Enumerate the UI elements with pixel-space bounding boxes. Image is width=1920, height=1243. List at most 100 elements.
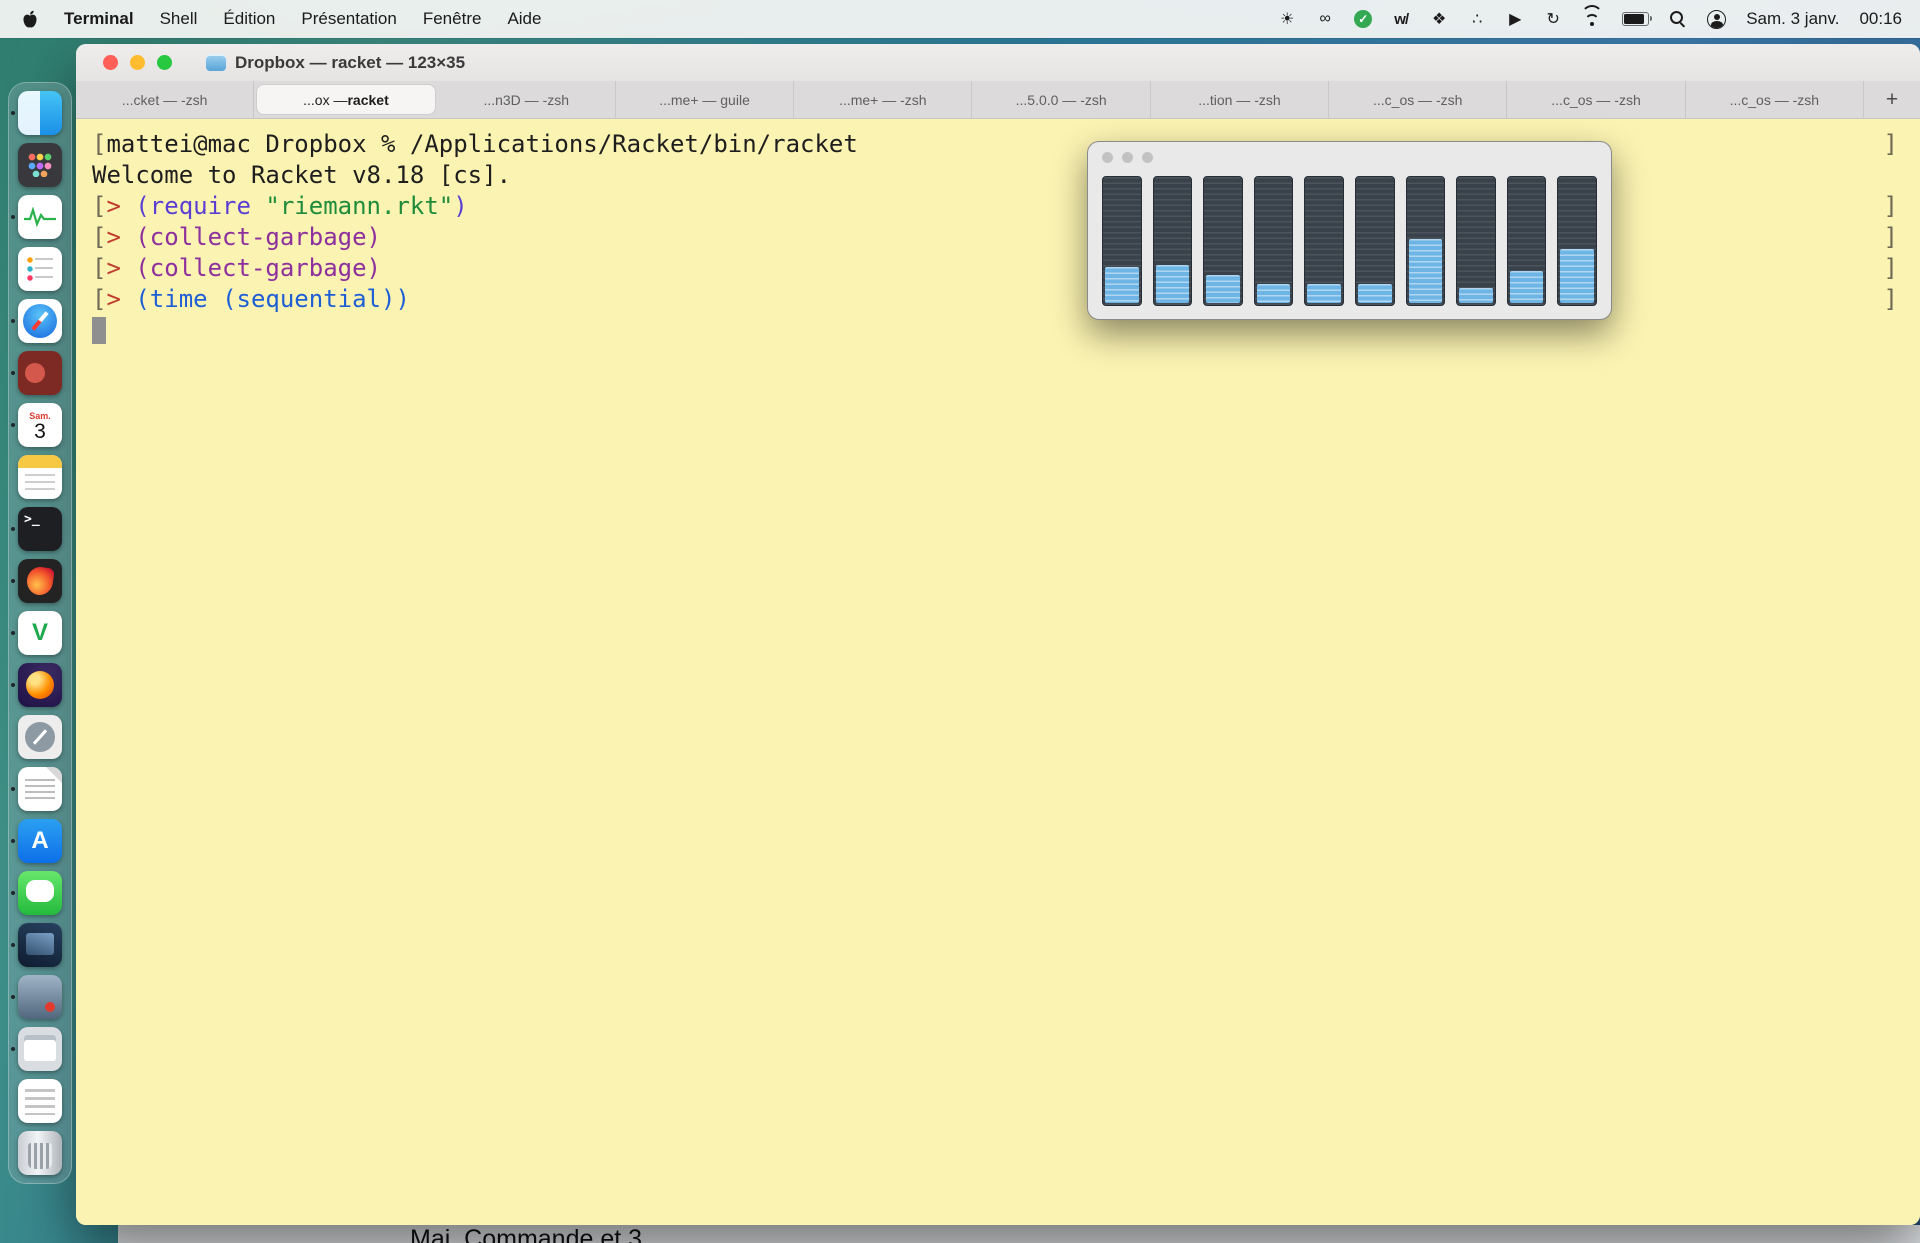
terminal-line: [> (collect-garbage)] [92,253,1920,284]
compass-shape [25,722,55,752]
apple-menu[interactable] [22,10,38,29]
running-indicator [11,839,15,843]
dock-item-vpn[interactable]: V [11,611,62,655]
tab-6[interactable]: ...5.0.0 — -zsh [972,81,1151,118]
dock-item-terminal[interactable]: >_ [11,507,62,551]
user-account-icon-shape [1707,9,1727,29]
terminal-text-segment: [ [92,192,107,220]
brightness-icon[interactable]: ☀ [1278,9,1296,29]
tab-10[interactable]: ...c_os — -zsh [1686,81,1864,118]
terminal-cursor[interactable] [92,317,106,344]
dock-item-launchpad[interactable] [18,143,62,187]
tab-4[interactable]: ...me+ — guile [616,81,795,118]
cpu-meter-fill [1560,249,1594,303]
compass-icon [18,715,62,759]
apple-icon [23,10,37,27]
right-margin-marker: ] [1883,192,1898,220]
messages-icon [18,871,62,915]
dock-item-notes[interactable] [18,455,62,499]
w-logo-icon[interactable]: w/ [1392,9,1410,29]
calendar-weekday: Sam. [29,410,51,421]
tab-3[interactable]: ...n3D — -zsh [438,81,616,118]
terminal-content[interactable]: [mattei@mac Dropbox % /Applications/Rack… [76,119,1920,1225]
dock-item-preview-photo[interactable] [11,975,62,1019]
cpu-meter-8 [1456,176,1496,306]
sync-history-icon[interactable]: ↻ [1544,9,1562,29]
terminal-window: Dropbox — racket — 123×35 ...cket — -zsh… [76,44,1920,1225]
running-indicator [11,371,15,375]
close-button[interactable] [103,55,118,70]
terminal-text-segment: [ [92,285,107,313]
cpu-meter-9 [1506,176,1547,306]
antivirus-check-icon[interactable]: ✓ [1354,10,1373,28]
background-window: Maj, Commande et 3. [118,1225,1920,1243]
menu-time[interactable]: 00:16 [1859,9,1902,29]
dock-item-preview-dark[interactable] [11,923,62,967]
cpu-window-controls[interactable] [1102,152,1153,163]
dock-item-textedit[interactable] [11,767,62,811]
zoom-button[interactable] [157,55,172,70]
dock-item-messages[interactable] [11,871,62,915]
cpu-meter-6 [1354,176,1395,306]
menu-item-aide[interactable]: Aide [507,9,541,29]
dock-item-safari[interactable] [11,299,62,343]
dock-item-firefox[interactable] [11,663,62,707]
running-indicator [11,527,15,531]
activity-waveform [24,207,56,227]
documents-icon [18,1079,62,1123]
wifi-icon-shape [1581,4,1604,27]
terminal-text-segment: > [106,192,121,220]
tab-label: ...me+ — guile [659,91,750,108]
running-indicator [11,215,15,219]
terminal-text-segment: (time [135,285,208,313]
menu-app-name[interactable]: Terminal [64,9,134,29]
dock-item-activity-monitor[interactable] [11,195,62,239]
menu-item-shell[interactable]: Shell [160,9,198,29]
cpu-meter-4 [1253,176,1294,306]
dock-item-finder[interactable] [11,91,62,135]
dock-item-racket[interactable] [11,351,62,395]
dock-item-appstore[interactable]: A [11,819,62,863]
new-tab-button[interactable]: + [1864,81,1920,118]
dock-item-calendar[interactable]: Sam. 3 [11,403,62,447]
user-account-icon[interactable] [1707,9,1727,29]
window-title: Dropbox — racket — 123×35 [235,52,466,72]
reminders-shape [27,256,53,282]
shortcuts-icon[interactable]: ∞ [1316,9,1334,29]
running-indicator [11,787,15,791]
dock-item-documents[interactable] [18,1079,62,1123]
launchpad-icon [18,143,62,187]
right-margin-marker: ] [1883,130,1898,158]
play-icon[interactable]: ▶ [1506,9,1524,29]
tab-9[interactable]: ...c_os — -zsh [1507,81,1686,118]
wifi-icon[interactable] [1581,4,1604,29]
menu-item-fen-tre[interactable]: Fenêtre [423,9,482,29]
running-indicator [11,683,15,687]
tab-5[interactable]: ...me+ — -zsh [794,81,973,118]
dots-icon[interactable]: ∴ [1468,9,1486,29]
search-icon[interactable] [1669,9,1687,29]
menu-date[interactable]: Sam. 3 janv. [1746,9,1839,29]
racket-icon [18,351,62,395]
minimize-button[interactable] [130,55,145,70]
tab-1[interactable]: ...cket — -zsh [76,81,255,118]
activity-monitor-icon [18,195,62,239]
dock-item-books-fire[interactable] [11,559,62,603]
dock-item-trash[interactable] [18,1131,62,1175]
cpu-meters [1102,176,1597,306]
dock-item-preview-window[interactable] [11,1027,62,1071]
dock-item-reminders[interactable] [18,247,62,291]
menu-item--dition[interactable]: Édition [223,9,275,29]
tab-8[interactable]: ...c_os — -zsh [1329,81,1508,118]
tab-2[interactable]: ...ox — racket [256,84,436,115]
notes-icon [18,455,62,499]
dock-item-compass[interactable] [18,715,62,759]
battery-icon[interactable] [1622,9,1653,29]
tab-label-emphasis: racket [347,91,389,108]
dropbox-icon[interactable]: ❖ [1430,9,1448,29]
menu-item-pr-sentation[interactable]: Présentation [301,9,396,29]
tab-7[interactable]: ...tion — -zsh [1151,81,1330,118]
finder-icon [18,91,62,135]
